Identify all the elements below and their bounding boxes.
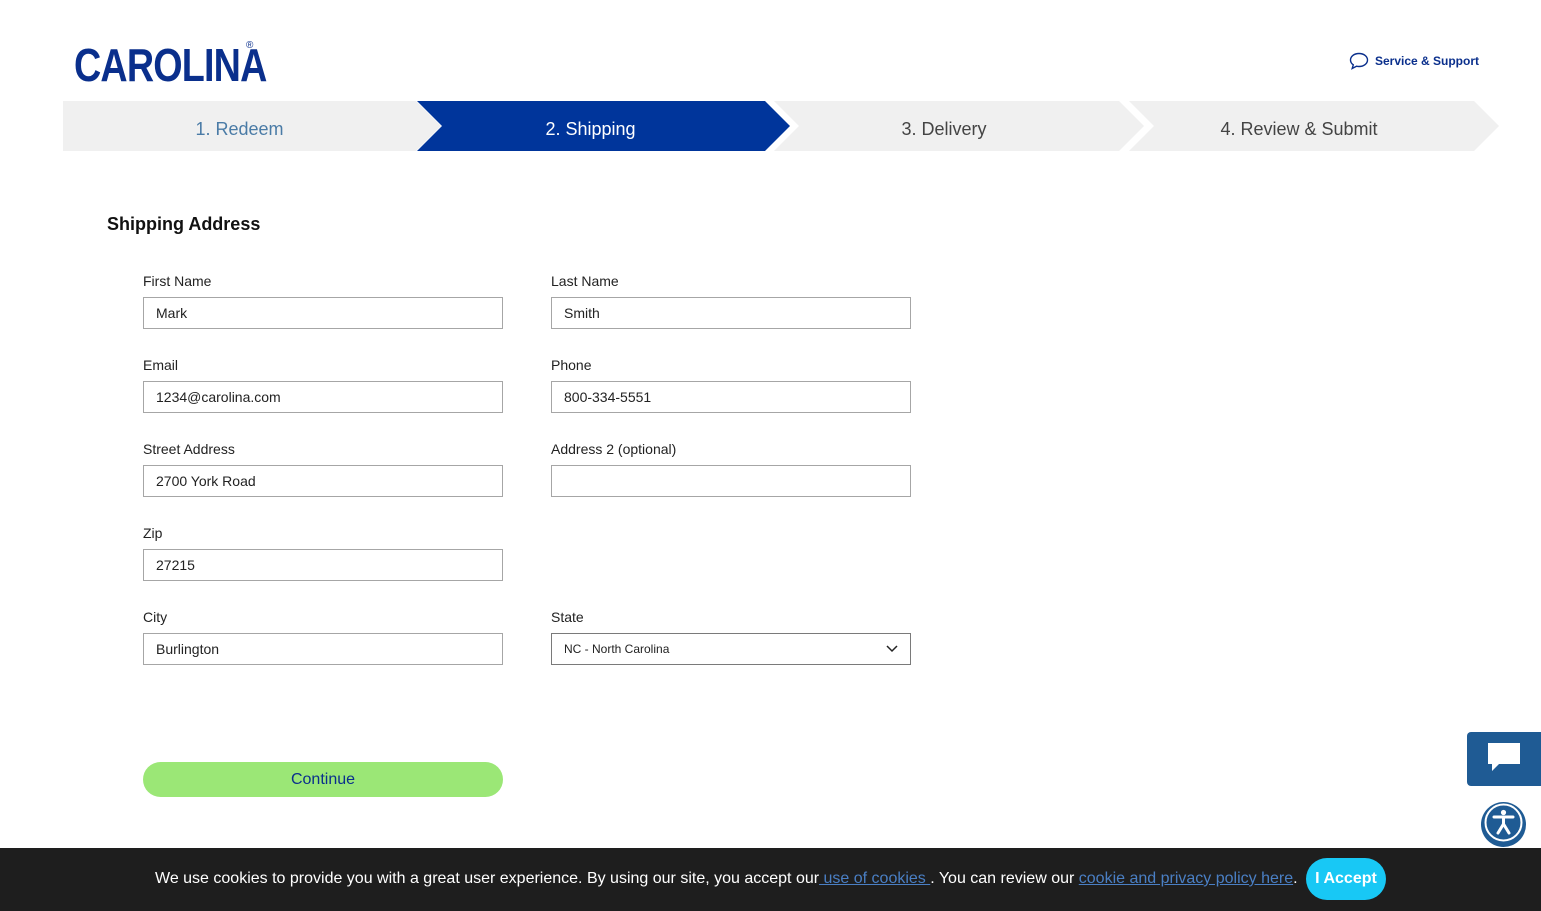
- last-name-input[interactable]: [551, 297, 911, 329]
- phone-field: Phone: [551, 356, 911, 413]
- chat-icon: [1486, 741, 1522, 778]
- address2-input[interactable]: [551, 465, 911, 497]
- continue-button[interactable]: Continue: [143, 762, 503, 797]
- logo-registered-mark: ®: [246, 40, 254, 51]
- cookie-text-3: .: [1293, 870, 1298, 887]
- last-name-field: Last Name: [551, 272, 911, 329]
- city-field: City: [143, 608, 503, 665]
- accessibility-icon: [1481, 800, 1526, 850]
- carolina-logo[interactable]: CAROLINA ®: [74, 40, 309, 90]
- first-name-input[interactable]: [143, 297, 503, 329]
- privacy-policy-link[interactable]: cookie and privacy policy here: [1079, 870, 1293, 887]
- last-name-label: Last Name: [551, 273, 619, 289]
- state-label: State: [551, 609, 584, 625]
- chat-widget-button[interactable]: [1467, 732, 1541, 786]
- street-address-input[interactable]: [143, 465, 503, 497]
- zip-label: Zip: [143, 525, 163, 541]
- cookie-text-2: . You can review our: [930, 870, 1079, 887]
- zip-input[interactable]: [143, 549, 503, 581]
- cookie-message: We use cookies to provide you with a gre…: [155, 870, 1298, 888]
- state-field: State NC - North Carolina: [551, 608, 911, 665]
- phone-label: Phone: [551, 357, 592, 373]
- cookie-banner: We use cookies to provide you with a gre…: [0, 848, 1541, 911]
- address2-label: Address 2 (optional): [551, 441, 677, 457]
- first-name-label: First Name: [143, 273, 212, 289]
- use-of-cookies-link[interactable]: use of cookies: [819, 870, 930, 887]
- state-select[interactable]: NC - North Carolina: [551, 633, 911, 665]
- cookie-text-1: We use cookies to provide you with a gre…: [155, 870, 820, 887]
- step-shipping[interactable]: 2. Shipping: [442, 101, 739, 151]
- service-support-link[interactable]: Service & Support: [1349, 52, 1479, 70]
- city-input[interactable]: [143, 633, 503, 665]
- state-selected-value: NC - North Carolina: [564, 642, 670, 656]
- shipping-address-title: Shipping Address: [107, 214, 261, 234]
- street-address-field: Street Address: [143, 440, 503, 497]
- street-address-label: Street Address: [143, 441, 235, 457]
- chevron-down-icon: [886, 642, 898, 656]
- email-label: Email: [143, 357, 179, 373]
- logo-text: CAROLINA: [74, 39, 267, 91]
- service-support-label: Service & Support: [1374, 54, 1479, 68]
- phone-input[interactable]: [551, 381, 911, 413]
- speech-bubble-icon: [1349, 52, 1369, 70]
- accessibility-button[interactable]: [1481, 802, 1526, 847]
- first-name-field: First Name: [143, 272, 503, 329]
- step-redeem[interactable]: 1. Redeem: [63, 101, 416, 151]
- zip-field: Zip: [143, 524, 503, 581]
- accept-cookies-button[interactable]: I Accept: [1306, 858, 1386, 900]
- city-label: City: [143, 609, 168, 625]
- email-input[interactable]: [143, 381, 503, 413]
- step-delivery[interactable]: 3. Delivery: [799, 101, 1089, 151]
- step-review-submit[interactable]: 4. Review & Submit: [1154, 101, 1444, 151]
- address2-field: Address 2 (optional): [551, 440, 911, 497]
- checkout-steps: 1. Redeem 2. Shipping 3. Delivery 4. Rev…: [63, 101, 1499, 151]
- email-field: Email: [143, 356, 503, 413]
